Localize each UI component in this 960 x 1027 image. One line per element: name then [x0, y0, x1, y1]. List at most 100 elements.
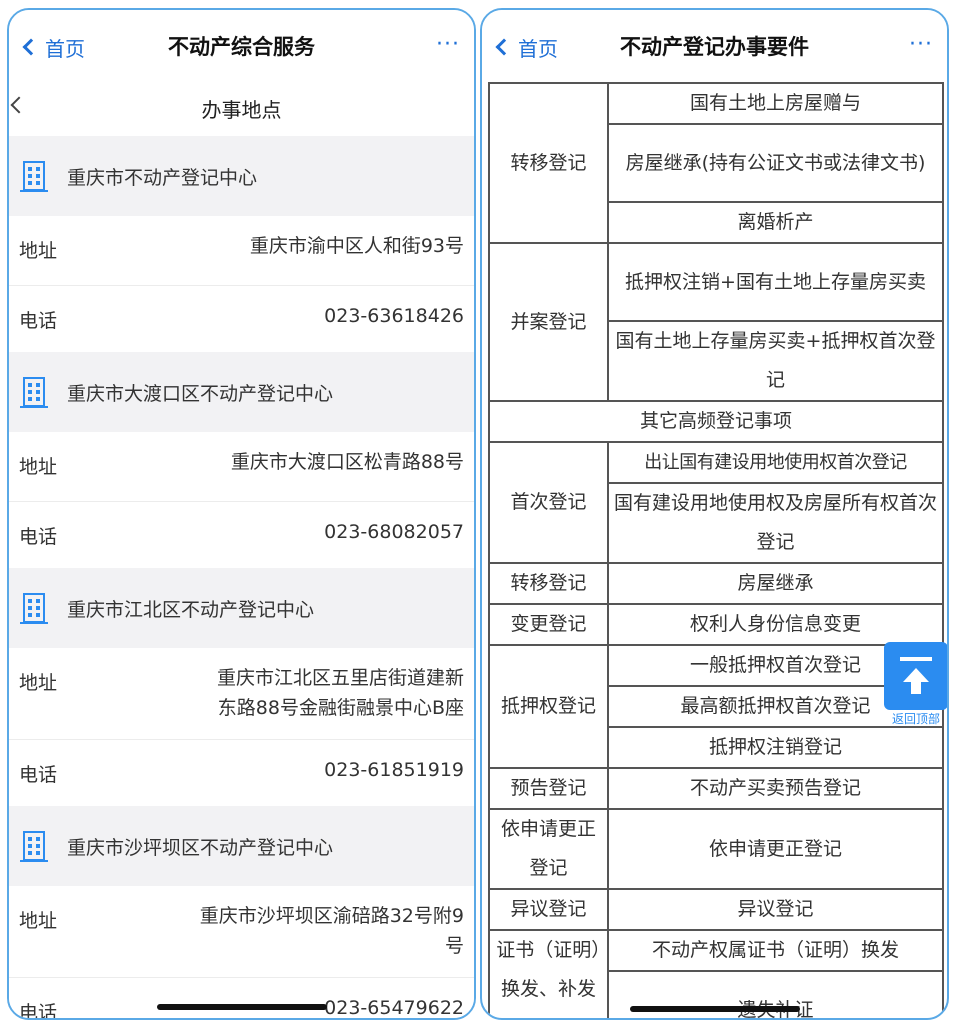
list-item: 重庆市沙坪坝区不动产登记中心 地址 重庆市沙坪坝区渝碚路32号附9 号 电话 0… [9, 806, 474, 1020]
top-bar-glyph [900, 656, 932, 661]
table-row: 转移登记 房屋继承 [488, 562, 944, 605]
table-row: 异议登记 异议登记 [488, 888, 944, 931]
table-row: 并案登记 抵押权注销+国有土地上存量房买卖 [488, 242, 944, 402]
table-row: 其它高频登记事项 [488, 400, 944, 443]
phone-value[interactable]: 023-65479622 [324, 973, 464, 1018]
phone-row[interactable]: 电话 023-63618426 [9, 286, 474, 352]
center-name: 重庆市沙坪坝区不动产登记中心 [67, 836, 334, 859]
phone-label: 电话 [19, 1002, 58, 1020]
phone-row[interactable]: 电话 023-68082057 [9, 502, 474, 568]
table-row: 转移登记 国有土地上房屋赠与 [488, 82, 944, 244]
more-menu-button[interactable]: ··· [436, 32, 460, 58]
right-screen: 首页 不动产登记办事要件 ··· 转移登记 国有土地上房屋赠与 房屋继承(持有公… [480, 8, 949, 1020]
phone-label: 电话 [19, 764, 58, 786]
left-screen: 首页 不动产综合服务 ··· 办事地点 重庆市不动产登记中心 地址 重庆市渝中区… [7, 8, 476, 1020]
category-cell: 转移登记 [488, 562, 609, 605]
center-name: 重庆市江北区不动产登记中心 [67, 598, 315, 621]
address-line: 号 [444, 935, 464, 957]
list-item: 重庆市大渡口区不动产登记中心 地址 重庆市大渡口区松青路88号 电话 023-6… [9, 352, 474, 568]
building-icon [20, 161, 48, 192]
address-label: 地址 [19, 456, 58, 478]
address-row: 地址 重庆市大渡口区松青路88号 [9, 432, 474, 502]
back-to-top-label: 返回顶部 [891, 712, 940, 726]
item-cell[interactable]: 国有土地上存量房买卖+抵押权首次登记 [607, 320, 944, 402]
back-home-label: 首页 [45, 36, 85, 61]
center-header[interactable]: 重庆市江北区不动产登记中心 [9, 568, 474, 648]
table-row: 证书（证明）换发、补发 不动产权属证书（证明）换发 [488, 929, 944, 1018]
phone-label: 电话 [19, 526, 58, 548]
address-row: 地址 重庆市渝中区人和街93号 [9, 216, 474, 286]
list-item: 重庆市江北区不动产登记中心 地址 重庆市江北区五里店街道建新 东路88号金融街融… [9, 568, 474, 806]
address-value: 重庆市大渡口区松青路88号 [230, 451, 464, 473]
center-header[interactable]: 重庆市不动产登记中心 [9, 136, 474, 216]
list-item: 重庆市不动产登记中心 地址 重庆市渝中区人和街93号 电话 023-636184… [9, 136, 474, 352]
phone-row[interactable]: 电话 023-65479622 [9, 978, 474, 1020]
center-header[interactable]: 重庆市大渡口区不动产登记中心 [9, 352, 474, 432]
building-icon [20, 377, 48, 408]
address-line: 重庆市江北区五里店街道建新 [216, 667, 464, 689]
item-cell[interactable]: 房屋继承(持有公证文书或法律文书) [607, 123, 944, 203]
item-cell[interactable]: 遗失补证 [607, 970, 944, 1018]
item-cell[interactable]: 抵押权注销+国有土地上存量房买卖 [607, 242, 944, 322]
home-indicator[interactable] [630, 1006, 800, 1012]
item-cell[interactable]: 权利人身份信息变更 [607, 603, 944, 646]
phone-label: 电话 [19, 310, 58, 332]
item-cell[interactable]: 离婚析产 [607, 201, 944, 244]
item-cell[interactable]: 国有建设用地使用权及房屋所有权首次登记 [607, 482, 944, 564]
item-cell[interactable]: 异议登记 [607, 888, 944, 931]
item-cell[interactable]: 国有土地上房屋赠与 [607, 82, 944, 125]
address-label: 地址 [19, 240, 58, 262]
center-list: 重庆市不动产登记中心 地址 重庆市渝中区人和街93号 电话 023-636184… [9, 136, 474, 1020]
back-home-button[interactable]: 首页 [492, 32, 558, 62]
requirements-table-wrap[interactable]: 转移登记 国有土地上房屋赠与 房屋继承(持有公证文书或法律文书) 离婚析产 并案… [488, 82, 944, 1018]
category-cell: 并案登记 [488, 242, 609, 402]
chevron-left-icon [495, 38, 513, 56]
category-cell: 依申请更正登记 [488, 808, 609, 890]
section-cell: 其它高频登记事项 [488, 400, 944, 443]
back-home-button[interactable]: 首页 [19, 32, 85, 62]
back-to-top-button[interactable]: 返回顶部 [884, 642, 947, 734]
back-to-top-icon-box [884, 642, 947, 710]
center-name: 重庆市不动产登记中心 [67, 166, 258, 189]
address-value: 重庆市沙坪坝区渝碚路32号附9 号 [200, 881, 464, 961]
table-row: 抵押权登记 一般抵押权首次登记 [488, 644, 944, 769]
section-title: 办事地点 [201, 98, 282, 122]
category-cell: 变更登记 [488, 603, 609, 646]
address-value: 重庆市渝中区人和街93号 [249, 235, 464, 257]
center-header[interactable]: 重庆市沙坪坝区不动产登记中心 [9, 806, 474, 886]
item-cell[interactable]: 房屋继承 [607, 562, 944, 605]
category-cell: 异议登记 [488, 888, 609, 931]
table-row: 预告登记 不动产买卖预告登记 [488, 767, 944, 810]
building-icon [20, 831, 48, 862]
address-row: 地址 重庆市沙坪坝区渝碚路32号附9 号 [9, 886, 474, 978]
category-cell: 证书（证明）换发、补发 [488, 929, 609, 1018]
more-menu-button[interactable]: ··· [909, 32, 933, 58]
address-row: 地址 重庆市江北区五里店街道建新 东路88号金融街融景中心B座 [9, 648, 474, 740]
table-row: 首次登记 出让国有建设用地使用权首次登记 [488, 441, 944, 564]
back-home-label: 首页 [518, 36, 558, 61]
item-cell[interactable]: 依申请更正登记 [607, 808, 944, 890]
phone-value[interactable]: 023-61851919 [324, 735, 464, 785]
requirements-table: 转移登记 国有土地上房屋赠与 房屋继承(持有公证文书或法律文书) 离婚析产 并案… [488, 82, 944, 1018]
address-value: 重庆市江北区五里店街道建新 东路88号金融街融景中心B座 [217, 643, 464, 723]
item-cell[interactable]: 出让国有建设用地使用权首次登记 [607, 441, 944, 484]
phone-row[interactable]: 电话 023-61851919 [9, 740, 474, 806]
address-line: 东路88号金融街融景中心B座 [217, 697, 464, 719]
center-name: 重庆市大渡口区不动产登记中心 [67, 382, 334, 405]
phone-value[interactable]: 023-68082057 [324, 497, 464, 547]
home-indicator[interactable] [157, 1004, 327, 1010]
item-cell[interactable]: 不动产买卖预告登记 [607, 767, 944, 810]
category-cell: 抵押权登记 [488, 644, 609, 769]
section-header: 办事地点 [9, 82, 474, 134]
category-cell: 首次登记 [488, 441, 609, 564]
item-cell[interactable]: 不动产权属证书（证明）换发 [607, 929, 944, 972]
category-cell: 转移登记 [488, 82, 609, 244]
category-cell: 预告登记 [488, 767, 609, 810]
chevron-left-icon [22, 38, 40, 56]
nav-bar: 首页 不动产综合服务 ··· [9, 10, 474, 80]
phone-value[interactable]: 023-63618426 [324, 281, 464, 331]
arrow-up-icon [903, 667, 929, 694]
address-label: 地址 [19, 672, 58, 694]
nav-bar: 首页 不动产登记办事要件 ··· [482, 10, 947, 80]
address-line: 重庆市沙坪坝区渝碚路32号附9 [199, 905, 464, 927]
